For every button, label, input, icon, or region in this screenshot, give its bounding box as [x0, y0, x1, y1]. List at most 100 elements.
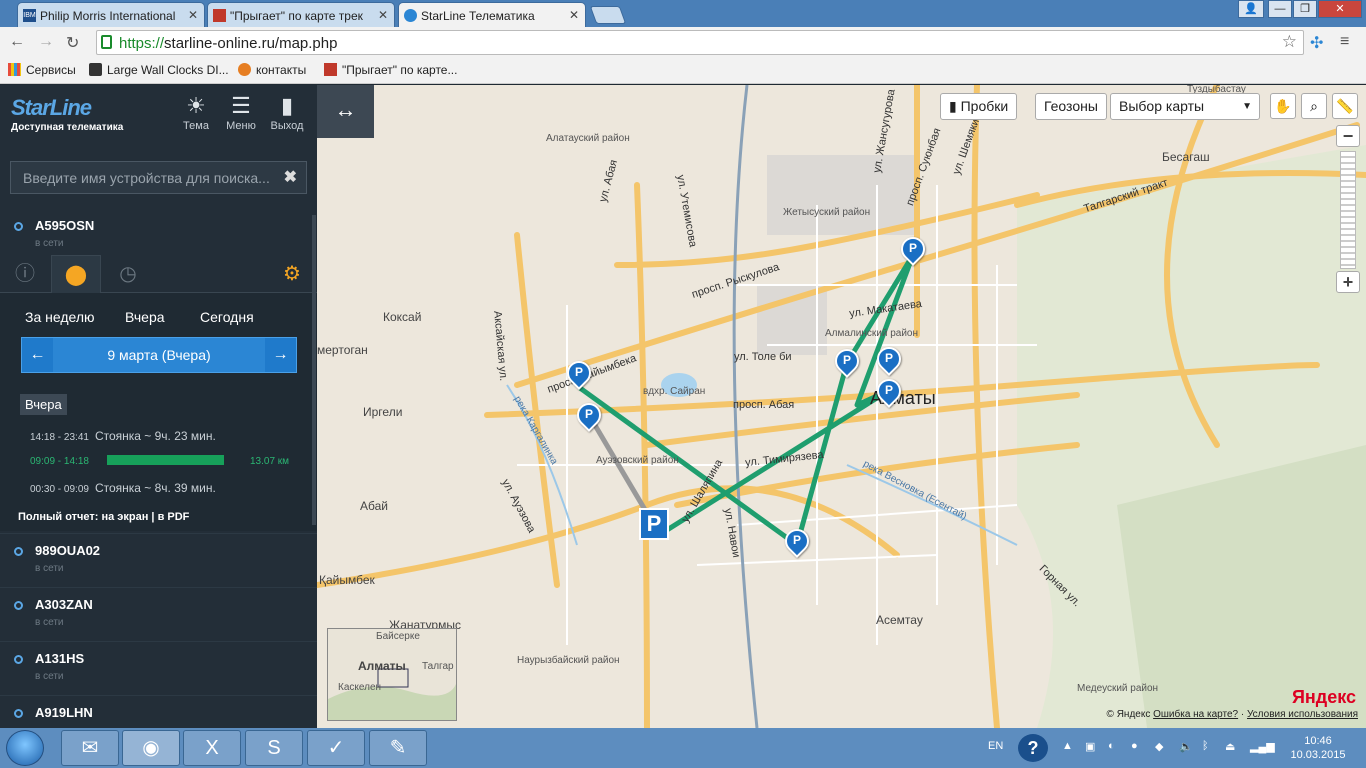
paint-taskbar-button[interactable]: ✎: [369, 730, 427, 766]
copyright-text: © Яндекс: [1106, 709, 1151, 720]
overview-minimap[interactable]: Байсерке Алматы Талгар Каскелен: [327, 628, 457, 721]
skype-icon: S: [267, 737, 281, 759]
parking-pin[interactable]: P: [830, 344, 864, 379]
tray-app-icon[interactable]: ●: [1131, 740, 1138, 752]
language-indicator[interactable]: EN: [988, 740, 1003, 752]
terms-link[interactable]: Условия использования: [1247, 709, 1358, 720]
bookmark-wall-clocks[interactable]: Large Wall Clocks DI...: [89, 63, 229, 77]
zoom-in-button[interactable]: +: [1336, 271, 1360, 293]
bookmark-prygaet[interactable]: "Прыгает" по карте...: [324, 63, 457, 77]
expand-icon: ↔: [334, 97, 357, 122]
trip-bar[interactable]: [107, 455, 224, 465]
tab-history[interactable]: ◷: [103, 255, 153, 293]
restore-button[interactable]: ❐: [1293, 0, 1317, 18]
forward-icon[interactable]: →: [38, 33, 54, 51]
system-clock[interactable]: 10:46 10.03.2015: [1288, 734, 1348, 762]
full-report-links[interactable]: Полный отчет: на экран | в PDF: [18, 511, 189, 523]
tab-starline[interactable]: StarLine Телематика ✕: [398, 2, 586, 27]
tab-prygaet[interactable]: "Прыгает" по карте трек ✕: [207, 2, 395, 27]
user-icon[interactable]: 👤: [1238, 0, 1264, 18]
chrome-menu-icon[interactable]: ≡: [1340, 33, 1349, 51]
close-icon[interactable]: ✕: [378, 8, 388, 22]
tray-app-icon[interactable]: ▣: [1085, 740, 1095, 753]
ruler-tool[interactable]: 📏: [1332, 93, 1358, 119]
close-icon[interactable]: ✕: [188, 8, 198, 22]
tab-info[interactable]: ⓘ: [0, 255, 50, 293]
parking-pin[interactable]: P: [872, 374, 906, 409]
tab-philip-morris[interactable]: IBM Philip Morris International ✕: [17, 2, 205, 27]
period-week[interactable]: За неделю: [25, 309, 95, 325]
exit-button[interactable]: ▮ Выход: [265, 93, 309, 132]
settings-button[interactable]: ⚙: [267, 255, 317, 293]
map-label-medeu: Медеуский район: [1077, 683, 1159, 694]
parking-pin[interactable]: P: [896, 232, 930, 267]
reload-icon[interactable]: ↻: [66, 33, 79, 53]
bookmark-contacts[interactable]: контакты: [238, 63, 306, 77]
usb-icon[interactable]: ⏏: [1225, 740, 1235, 753]
bookmark-services[interactable]: Сервисы: [8, 63, 76, 77]
pan-tool[interactable]: ✋: [1270, 93, 1296, 119]
menu-icon: ☰: [231, 93, 251, 118]
zoom-slider[interactable]: [1340, 151, 1356, 269]
search-input[interactable]: [11, 162, 281, 193]
tab-map[interactable]: ⬤: [51, 255, 101, 293]
event-trip[interactable]: 09:09 - 14:18: [30, 456, 89, 467]
selected-date[interactable]: 9 марта (Вчера): [53, 338, 265, 372]
star-icon[interactable]: ☆: [1282, 32, 1297, 52]
device-item-a131hs[interactable]: A131HS в сети: [0, 641, 317, 695]
minimize-button[interactable]: —: [1268, 0, 1292, 18]
map-view[interactable]: Алатауский район Жетысуский район Алмали…: [317, 85, 1366, 728]
excel-taskbar-button[interactable]: X: [183, 730, 241, 766]
traffic-button[interactable]: ▮ Пробки: [940, 93, 1018, 120]
help-icon[interactable]: ?: [1018, 734, 1048, 762]
paint-icon: ✎: [389, 737, 407, 759]
map-label-abai-ave: просп. Абая: [733, 399, 795, 411]
start-button[interactable]: [6, 730, 44, 766]
tray-expand-icon[interactable]: ▲: [1062, 740, 1073, 752]
app-taskbar-button[interactable]: ✓: [307, 730, 365, 766]
parking-pin[interactable]: P: [872, 342, 906, 377]
parking-pin[interactable]: P: [572, 398, 606, 433]
network-icon[interactable]: ▂▄▆: [1250, 740, 1275, 753]
map-label-auezov: Ауэзовский район: [596, 455, 679, 466]
new-tab-button[interactable]: [589, 6, 627, 24]
period-yesterday[interactable]: Вчера: [125, 309, 165, 325]
close-window-button[interactable]: ✕: [1318, 0, 1362, 18]
next-day-button[interactable]: →: [265, 338, 296, 372]
map-label-irgeli: Иргели: [363, 405, 403, 419]
sidebar-scrollbar[interactable]: [312, 215, 316, 525]
volume-icon[interactable]: 🔈: [1179, 740, 1193, 753]
device-item-a303zan[interactable]: A303ZAN в сети: [0, 587, 317, 641]
menu-button[interactable]: ☰ Меню: [219, 93, 263, 132]
clear-icon[interactable]: ✖: [284, 167, 297, 187]
current-parking-marker[interactable]: P: [639, 508, 669, 540]
event-parking-1[interactable]: 14:18 - 23:41 Стоянка ~ 9ч. 23 мин.: [30, 429, 216, 443]
event-time: 00:30 - 09:09: [30, 484, 89, 495]
map-label-nauryzbay: Наурызбайский район: [517, 655, 620, 666]
extension-icon[interactable]: ✣: [1310, 33, 1323, 53]
url-bar[interactable]: https://starline-online.ru/map.php ☆: [96, 30, 1304, 55]
prev-day-button[interactable]: ←: [22, 338, 53, 372]
tray-app-icon[interactable]: ◆: [1155, 740, 1163, 753]
magnifier-tool[interactable]: ⌕: [1301, 93, 1327, 119]
expand-map-button[interactable]: ↔: [317, 85, 374, 138]
map-error-link[interactable]: Ошибка на карте?: [1153, 709, 1238, 720]
skype-taskbar-button[interactable]: S: [245, 730, 303, 766]
zoom-out-button[interactable]: −: [1336, 125, 1360, 147]
close-icon[interactable]: ✕: [569, 8, 579, 22]
tray-app-icon[interactable]: ◐: [1108, 740, 1115, 752]
period-today[interactable]: Сегодня: [200, 309, 254, 325]
bluetooth-icon[interactable]: ᛒ: [1202, 740, 1209, 752]
event-parking-2[interactable]: 00:30 - 09:09 Стоянка ~ 8ч. 39 мин.: [30, 481, 216, 495]
device-item-989oua02[interactable]: 989OUA02 в сети: [0, 533, 317, 587]
map-select-dropdown[interactable]: Выбор карты ▼: [1110, 93, 1260, 120]
parking-pin[interactable]: P: [780, 524, 814, 559]
back-icon[interactable]: ←: [9, 33, 25, 51]
chrome-taskbar-button[interactable]: ◉: [122, 730, 180, 766]
parking-pin[interactable]: P: [562, 356, 596, 391]
geofences-button[interactable]: Геозоны: [1035, 93, 1107, 120]
page-icon: [213, 9, 226, 22]
outlook-taskbar-button[interactable]: ✉: [61, 730, 119, 766]
device-item-a919lhn[interactable]: A919LHN: [0, 695, 317, 728]
theme-button[interactable]: ☀ Тема: [174, 93, 218, 132]
